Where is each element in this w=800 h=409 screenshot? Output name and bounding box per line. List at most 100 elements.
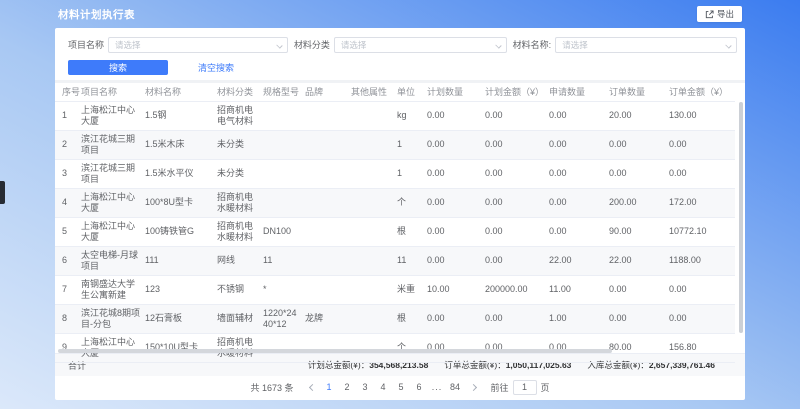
table-cell: 0.00 (427, 217, 485, 246)
table-cell: 滨江花城三期项目 (81, 130, 145, 159)
page-button[interactable]: 84 (448, 380, 463, 395)
chevron-down-icon (276, 42, 282, 48)
table-cell: 100*8U型卡 (145, 188, 217, 217)
table-row[interactable]: 1上海松江中心大厦1.5钢招商机电 电气材料kg0.000.000.0020.0… (55, 101, 735, 130)
table-row[interactable]: 4上海松江中心大厦100*8U型卡招商机电 水暖材料个0.000.000.002… (55, 188, 735, 217)
table-cell: 0.00 (485, 304, 549, 333)
horizontal-scrollbar[interactable] (58, 349, 612, 353)
table-header-row: 序号项目名称材料名称材料分类规格型号品牌其他属性单位计划数量计划金额（¥）申请数… (55, 83, 735, 101)
table-row[interactable]: 8滨江花城8期项目-分包12石膏板墙面辅材1220*2440*12龙牌根0.00… (55, 304, 735, 333)
table-row[interactable]: 2滨江花城三期项目1.5米木床未分类10.000.000.000.000.00 (55, 130, 735, 159)
page-button[interactable]: 3 (358, 380, 373, 395)
table-cell: 6 (55, 246, 81, 275)
table-cell (263, 188, 305, 217)
table-cell: 根 (397, 217, 427, 246)
column-header: 单位 (397, 83, 427, 101)
table-cell: 22.00 (609, 246, 669, 275)
table-row[interactable]: 9上海松江中心大厦150*10U型卡招商机电 水暖材料个0.000.000.00… (55, 333, 735, 362)
table-cell: 0.00 (549, 130, 609, 159)
table-cell: 0.00 (609, 304, 669, 333)
table-cell: 不锈钢 (217, 275, 263, 304)
export-icon (705, 10, 714, 19)
table-cell: 0.00 (549, 159, 609, 188)
table-cell: 123 (145, 275, 217, 304)
table-cell: 1 (397, 130, 427, 159)
table-cell: 招商机电 水暖材料 (217, 217, 263, 246)
table-cell: 20.00 (609, 101, 669, 130)
project-name-label: 项目名称 (68, 38, 104, 51)
table-cell: 0.00 (485, 159, 549, 188)
column-header: 计划金额（¥） (485, 83, 549, 101)
pagination-total-count: 共 1673 条 (250, 381, 293, 394)
project-name-select[interactable]: 请选择 (108, 37, 288, 53)
column-header: 序号 (55, 83, 81, 101)
goto-page-input[interactable] (513, 380, 537, 395)
clear-search-link[interactable]: 清空搜索 (198, 61, 234, 74)
table-cell: 0.00 (609, 275, 669, 304)
table-row[interactable]: 7南钢盛达大学生公寓新建123不锈钢*米重10.00200000.0011.00… (55, 275, 735, 304)
table-cell: 0.00 (669, 275, 735, 304)
table-cell: 上海松江中心大厦 (81, 188, 145, 217)
column-header: 规格型号 (263, 83, 305, 101)
table-cell: 未分类 (217, 130, 263, 159)
table-cell: 8 (55, 304, 81, 333)
table-row[interactable]: 5上海松江中心大厦100铸铁管G招商机电 水暖材料DN100根0.000.000… (55, 217, 735, 246)
table-cell: 1.5钢 (145, 101, 217, 130)
table-cell: 招商机电 水暖材料 (217, 333, 263, 362)
page-button[interactable]: 4 (376, 380, 391, 395)
table-cell (305, 159, 351, 188)
table-cell (263, 130, 305, 159)
page-ellipsis[interactable]: ... (430, 380, 445, 395)
table-cell: 根 (397, 304, 427, 333)
table-cell (351, 246, 397, 275)
table-cell: 0.00 (609, 159, 669, 188)
column-header: 材料分类 (217, 83, 263, 101)
table-cell: 0.00 (427, 333, 485, 362)
column-header: 项目名称 (81, 83, 145, 101)
table-cell: 9 (55, 333, 81, 362)
page-button[interactable]: 6 (412, 380, 427, 395)
table-cell: 3 (55, 159, 81, 188)
table-cell: 米重 (397, 275, 427, 304)
search-button[interactable]: 搜索 (68, 60, 168, 75)
goto-page-suffix: 页 (541, 381, 550, 394)
vertical-scrollbar[interactable] (739, 102, 743, 333)
table-cell (351, 275, 397, 304)
table-cell: 上海松江中心大厦 (81, 217, 145, 246)
table-row[interactable]: 6太空电梯-月球项目111网线11110.000.0022.0022.00118… (55, 246, 735, 275)
table-cell: 上海松江中心大厦 (81, 101, 145, 130)
table-cell: 1.5米木床 (145, 130, 217, 159)
material-name-label: 材料名称: (513, 38, 552, 51)
table-cell: 1220*2440*12 (263, 304, 305, 333)
table-cell: 未分类 (217, 159, 263, 188)
page-button[interactable]: 1 (322, 380, 337, 395)
table-cell (305, 101, 351, 130)
goto-page-label: 前往 (491, 381, 509, 394)
prev-page-button[interactable] (305, 380, 319, 394)
table-cell: 22.00 (549, 246, 609, 275)
table-row[interactable]: 3滨江花城三期项目1.5米水平仪未分类10.000.000.000.000.00 (55, 159, 735, 188)
table-cell: 11 (263, 246, 305, 275)
table-cell: 0.00 (549, 188, 609, 217)
table-cell (305, 217, 351, 246)
page-button[interactable]: 2 (340, 380, 355, 395)
export-button[interactable]: 导出 (697, 6, 742, 22)
chevron-down-icon (725, 42, 731, 48)
export-button-label: 导出 (717, 8, 734, 20)
next-page-button[interactable] (466, 380, 480, 394)
table-cell: 2 (55, 130, 81, 159)
table-cell: 0.00 (669, 130, 735, 159)
project-name-placeholder: 请选择 (115, 39, 141, 51)
table-cell: 130.00 (669, 101, 735, 130)
drawer-toggle[interactable] (0, 181, 5, 204)
table-cell: 200000.00 (485, 275, 549, 304)
table-cell: 墙面辅材 (217, 304, 263, 333)
top-bar: 材料计划执行表 导出 (55, 0, 745, 28)
material-name-select[interactable]: 请选择 (555, 37, 737, 53)
table-cell (351, 159, 397, 188)
table-cell: 0.00 (485, 130, 549, 159)
page-button[interactable]: 5 (394, 380, 409, 395)
table-cell: 0.00 (549, 333, 609, 362)
material-category-select[interactable]: 请选择 (334, 37, 507, 53)
table-cell: 100铸铁管G (145, 217, 217, 246)
